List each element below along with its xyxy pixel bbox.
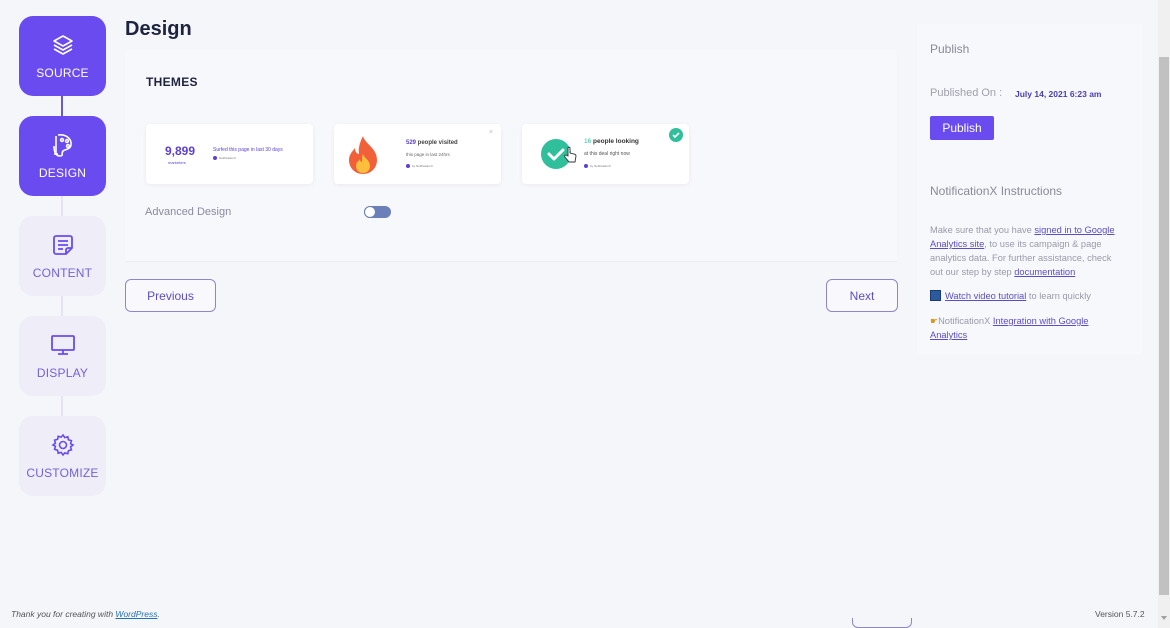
- step-connector: [61, 196, 63, 216]
- scrollbar-thumb[interactable]: [1159, 57, 1169, 595]
- page-title: Design: [125, 18, 192, 40]
- video-rest-text: to learn quickly: [1026, 290, 1091, 301]
- video-icon: [930, 290, 941, 301]
- brand-dot-icon: [584, 164, 588, 168]
- theme-sub: marketers: [168, 160, 186, 165]
- theme-title: 16 people looking: [584, 138, 639, 145]
- wordpress-link[interactable]: WordPress: [115, 609, 157, 619]
- note-icon: [50, 232, 76, 258]
- instr-text-part: Make sure that you have: [930, 225, 1035, 235]
- monitor-icon: [50, 332, 76, 358]
- theme-count: 529: [406, 140, 417, 146]
- step-connector: [61, 296, 63, 316]
- theme-line: Surfed this page in last 30 days: [213, 147, 283, 153]
- step-source[interactable]: SOURCE: [19, 16, 106, 96]
- video-tutorial-row: Watch video tutorial to learn quickly: [930, 290, 1091, 301]
- check-circle-icon: [540, 138, 580, 177]
- instructions-text: Make sure that you have signed in to Goo…: [930, 223, 1125, 279]
- step-connector: [61, 396, 63, 416]
- step-content[interactable]: CONTENT: [19, 216, 106, 296]
- step-label: CUSTOMIZE: [26, 466, 99, 480]
- theme-big-number: 9,899: [165, 144, 196, 158]
- step-display[interactable]: DISPLAY: [19, 316, 106, 396]
- brand-dot-icon: [213, 156, 217, 160]
- design-panel: THEMES 9,899 marketers Surfed this page …: [125, 50, 897, 262]
- theme-byline: by NotificationX: [406, 164, 433, 168]
- theme-byline: NotificationX: [213, 156, 236, 160]
- footer-period: .: [157, 609, 160, 619]
- published-on-label: Published On :: [930, 87, 1003, 99]
- step-design[interactable]: DESIGN: [19, 116, 106, 196]
- scroll-down-arrow-icon[interactable]: [1161, 616, 1167, 620]
- theme-by-text: by NotificationX: [412, 164, 433, 168]
- palette-icon: [50, 132, 76, 158]
- fire-icon: [346, 134, 380, 181]
- themes-heading: THEMES: [146, 75, 198, 89]
- theme-line2: at this deal right now: [584, 151, 630, 157]
- instructions-heading: NotificationX Instructions: [930, 184, 1063, 198]
- pointing-hand-icon: ☛: [930, 316, 939, 326]
- toggle-knob: [364, 206, 376, 218]
- integration-row: ☛NotificationX Integration with Google A…: [930, 314, 1125, 342]
- publish-button[interactable]: Publish: [930, 116, 994, 140]
- advanced-design-toggle[interactable]: [364, 206, 391, 218]
- step-label: DISPLAY: [36, 366, 89, 380]
- next-button[interactable]: Next: [826, 279, 898, 312]
- step-customize[interactable]: CUSTOMIZE: [19, 416, 106, 496]
- theme-byline: by NotificationX: [584, 164, 611, 168]
- published-on-value: July 14, 2021 6:23 am: [1015, 89, 1102, 99]
- step-label: SOURCE: [36, 66, 89, 80]
- close-icon: ×: [488, 129, 493, 136]
- footer-thanks: Thank you for creating with WordPress.: [11, 609, 160, 619]
- step-label: DESIGN: [38, 166, 87, 180]
- theme-by-text: NotificationX: [219, 156, 236, 160]
- step-connector: [61, 96, 63, 116]
- video-tutorial-link[interactable]: Watch video tutorial: [945, 291, 1026, 301]
- advanced-design-label: Advanced Design: [145, 206, 232, 218]
- previous-button[interactable]: Previous: [125, 279, 216, 312]
- gear-icon: [50, 432, 76, 458]
- theme-card-3-selected[interactable]: 16 people looking at this deal right now…: [522, 124, 689, 184]
- theme-line1: people visited: [416, 140, 458, 146]
- publish-sidebar: Publish Published On : July 14, 2021 6:2…: [917, 24, 1142, 354]
- integration-prefix: NotificationX: [938, 316, 993, 326]
- theme-line2: this page in last 24hrs: [406, 152, 450, 157]
- version-text: Version 5.7.2: [1095, 609, 1145, 619]
- theme-title: 529 people visited: [406, 140, 458, 146]
- partial-button-edge: [852, 618, 912, 628]
- footer-thanks-text: Thank you for creating with: [11, 609, 116, 619]
- documentation-link[interactable]: documentation: [1014, 267, 1075, 277]
- selected-check-icon: [669, 128, 683, 147]
- theme-line1: people looking: [591, 138, 639, 145]
- layers-icon: [50, 32, 76, 58]
- page-scrollbar[interactable]: [1158, 0, 1170, 628]
- theme-card-2[interactable]: 529 people visited this page in last 24h…: [334, 124, 501, 184]
- step-label: CONTENT: [32, 266, 93, 280]
- theme-by-text: by NotificationX: [590, 164, 611, 168]
- brand-dot-icon: [406, 164, 410, 168]
- publish-heading: Publish: [930, 42, 970, 56]
- theme-card-1[interactable]: 9,899 marketers Surfed this page in last…: [146, 124, 313, 184]
